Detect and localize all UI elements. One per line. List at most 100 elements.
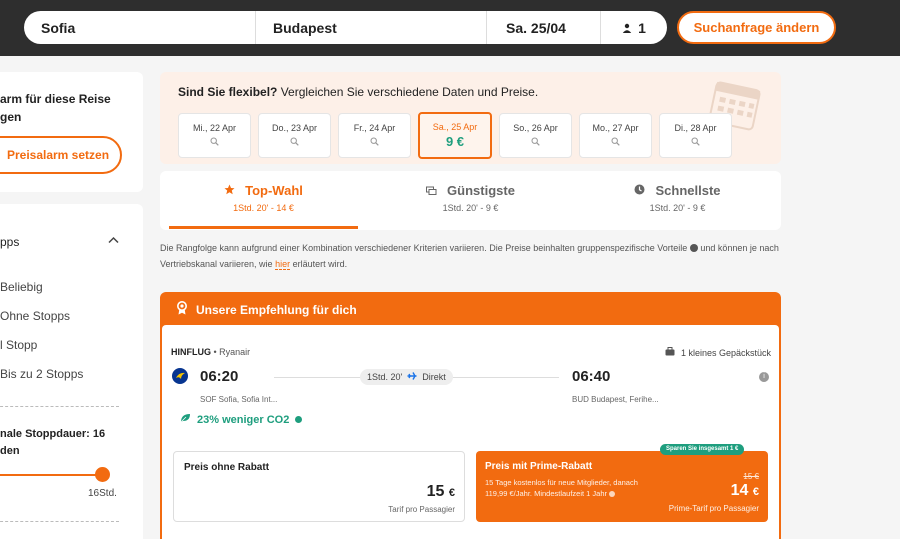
clock-icon [634,183,645,198]
tab-top-choice-sub: 1Std. 20' - 14 € [233,203,294,213]
person-icon [622,20,632,36]
standard-price-currency: € [448,487,455,499]
date-chip-row: Mi., 22 Apr Do., 23 Apr Fr., 24 Apr Sa., 25… [178,112,732,159]
prime-description: 15 Tage kostenlos für neue Mitglieder, d… [485,477,685,499]
price-alarm-card: arm für diese Reise gen Preisalarm setze… [0,72,143,192]
stop-option-nonstop[interactable]: Ohne Stopps [0,309,70,323]
tab-fastest[interactable]: Schnellste 1Std. 20' - 9 € [574,171,781,230]
active-tab-indicator [169,226,358,229]
flexible-dates-title: Sind Sie flexibel? Vergleichen Sie versc… [178,85,538,99]
price-alarm-text: arm für diese Reise gen [0,90,140,126]
date-chip[interactable]: Sa., 25 Apr 9 € [418,112,492,159]
date-chip-label: So., 26 Apr [513,123,558,133]
date-chip-price: 9 € [445,134,465,149]
ryanair-logo-icon [172,368,188,384]
award-icon [176,301,188,318]
airline-name: • Ryanair [211,347,251,357]
destination-field[interactable]: Budapest [256,11,487,44]
departure-time: 06:20 [200,368,239,385]
disclaimer-text-3: erläutert wird. [290,259,348,269]
prime-description-text: 119,99 €/Jahr. Mindestlaufzeit 1 Jahr [485,489,608,498]
baggage-text: 1 kleines Gepäckstück [681,347,772,358]
date-chip-label: Do., 23 Apr [271,123,318,133]
standard-price-amount: 15 [426,483,445,500]
date-field[interactable]: Sa. 25/04 [487,11,601,44]
flexible-dates-title-bold: Sind Sie flexibel? [178,85,278,99]
departure-airport: SOF Sofia, Sofia Int... [200,395,278,404]
price-alarm-line-2: gen [0,110,22,124]
tab-fastest-label: Schnellste [655,183,721,198]
leaf-icon [180,413,191,426]
duration-slider-track[interactable] [0,474,100,476]
search-form: Sofia Budapest Sa. 25/04 1 [24,11,667,44]
divider [0,521,119,522]
search-icon [580,137,651,148]
standard-price-option[interactable]: Preis ohne Rabatt 15 € Tarif pro Passagi… [173,451,465,522]
set-price-alarm-button[interactable]: Preisalarm setzen [0,136,122,174]
flight-details: HINFLUG • Ryanair 1 kleines Gepäckstück … [162,325,779,539]
tab-top-choice[interactable]: Top-Wahl 1Std. 20' - 14 € [160,171,367,230]
change-search-button[interactable]: Suchanfrage ändern [677,11,836,44]
date-chip-label: Sa., 25 Apr [432,122,478,132]
money-icon [426,183,437,198]
top-search-bar: Sofia Budapest Sa. 25/04 1 Suchanfrage ä… [0,0,900,56]
date-chip[interactable]: So., 26 Apr [499,113,572,158]
standard-price-title: Preis ohne Rabatt [184,462,270,473]
recommendation-title: Unsere Empfehlung für dich [196,302,357,317]
info-icon[interactable] [295,416,303,423]
stop-option-two-stops[interactable]: Bis zu 2 Stopps [0,367,83,381]
prime-price-currency: € [752,486,759,498]
disclaimer-link[interactable]: hier [275,259,291,270]
standard-price-sub: Tarif pro Passagier [388,505,455,514]
chevron-up-icon[interactable] [108,235,119,247]
date-chip[interactable]: Do., 23 Apr [258,113,331,158]
standard-price: 15 € [427,483,455,501]
stops-filter-title[interactable]: pps [0,235,19,249]
prime-price: 14 € [731,482,759,500]
arrival-airport: BUD Budapest, Ferihe... [572,395,659,404]
flight-duration: 1Std. 20' [367,372,403,382]
baggage-info: 1 kleines Gepäckstück [665,347,771,358]
date-chip[interactable]: Fr., 24 Apr [338,113,411,158]
prime-description-line-2: 119,99 €/Jahr. Mindestlaufzeit 1 Jahr [485,488,685,499]
date-chip[interactable]: Di., 28 Apr [659,113,732,158]
search-icon [179,137,250,148]
recommendation-card[interactable]: Unsere Empfehlung für dich HINFLUG • Rya… [160,292,781,539]
passengers-field[interactable]: 1 [601,11,667,44]
stop-option-any[interactable]: Beliebig [0,280,43,294]
disclaimer-text-1: Die Rangfolge kann aufgrund einer Kombin… [160,243,690,253]
search-icon [259,137,330,148]
tab-cheapest[interactable]: Günstigste 1Std. 20' - 9 € [367,171,574,230]
prime-old-price: 15 € [743,472,759,481]
direct-label: Direkt [422,372,446,382]
prime-price-option[interactable]: Sparen Sie insgesamt 1 € Preis mit Prime… [476,444,768,522]
tab-cheapest-sub: 1Std. 20' - 9 € [442,203,499,213]
date-chip-label: Di., 28 Apr [674,123,717,133]
info-icon[interactable] [689,244,698,252]
divider [0,406,119,407]
date-chip[interactable]: Mi., 22 Apr [178,113,251,158]
ranking-disclaimer: Die Rangfolge kann aufgrund einer Kombin… [160,240,780,272]
tab-fastest-sub: 1Std. 20' - 9 € [649,203,706,213]
tab-top-choice-label: Top-Wahl [245,183,303,198]
origin-field[interactable]: Sofia [24,11,256,44]
flexible-dates-title-rest: Vergleichen Sie verschiedene Daten und P… [277,85,539,99]
recommendation-header: Unsere Empfehlung für dich [176,301,357,318]
info-icon[interactable] [609,491,616,497]
price-alarm-line-1: arm für diese Reise [0,92,111,106]
passenger-count: 1 [638,19,646,36]
search-icon [660,137,731,148]
arrival-time: 06:40 [572,368,611,385]
search-icon [339,137,410,148]
prime-description-line-1: 15 Tage kostenlos für neue Mitglieder, d… [485,478,638,487]
duration-slider-handle[interactable] [95,467,110,482]
tab-cheapest-label: Günstigste [447,183,515,198]
co2-info: 23% weniger CO2 [180,413,303,426]
prime-price-title: Preis mit Prime-Rabatt [485,461,593,472]
stop-option-one-stop[interactable]: l Stopp [0,338,37,352]
info-icon[interactable]: i [759,372,769,382]
date-chip[interactable]: Mo., 27 Apr [579,113,652,158]
date-chip-label: Mo., 27 Apr [592,123,639,133]
sort-tabs: Top-Wahl 1Std. 20' - 14 € Günstigste 1St… [160,171,781,230]
stop-duration-line-2: den [0,445,20,457]
